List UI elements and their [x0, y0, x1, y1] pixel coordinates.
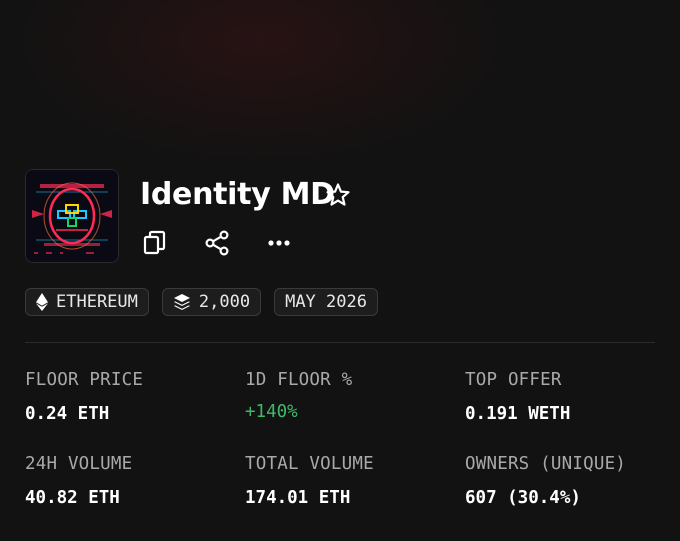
stat-label: FLOOR PRICE — [25, 370, 144, 390]
stat-value: 174.01 ETH — [245, 488, 351, 508]
stat-value: +140% — [245, 402, 298, 422]
collection-actions — [140, 228, 326, 264]
layers-icon — [173, 293, 191, 311]
collection-title: Identity MD — [140, 176, 335, 212]
chain-label: ETHEREUM — [56, 292, 138, 312]
stat-floor-price: FLOOR PRICE 0.24 ETH — [25, 370, 143, 424]
stat-value: 0.24 ETH — [25, 404, 110, 424]
share-icon[interactable] — [202, 228, 232, 258]
stat-volume-24h: 24H VOLUME 40.82 ETH — [25, 454, 132, 508]
stat-top-offer: TOP OFFER 0.191 WETH — [465, 370, 570, 424]
section-divider — [25, 342, 655, 343]
stat-label: 1D FLOOR % — [245, 370, 353, 390]
more-icon[interactable] — [264, 228, 294, 258]
stat-total-volume: TOTAL VOLUME 174.01 ETH — [245, 454, 374, 508]
ethereum-icon — [36, 293, 48, 311]
supply-chip[interactable]: 2,000 — [161, 288, 262, 316]
stat-value: 607 (30.4%) — [465, 488, 581, 508]
favorite-star-icon[interactable] — [324, 181, 352, 209]
chain-chip[interactable]: ETHEREUM — [25, 288, 149, 316]
date-label: MAY 2026 — [285, 292, 367, 312]
stat-value: 40.82 ETH — [25, 488, 120, 508]
stat-floor-change: 1D FLOOR % +140% — [245, 370, 352, 422]
supply-label: 2,000 — [198, 292, 251, 312]
stat-label: OWNERS (UNIQUE) — [465, 454, 627, 474]
stat-label: 24H VOLUME — [25, 454, 133, 474]
collection-chips: ETHEREUM 2,000 MAY 2026 — [25, 288, 391, 316]
date-chip[interactable]: MAY 2026 — [274, 288, 378, 316]
stat-label: TOTAL VOLUME — [245, 454, 374, 474]
stat-value: 0.191 WETH — [465, 404, 571, 424]
stat-label: TOP OFFER — [465, 370, 562, 390]
collection-avatar[interactable] — [25, 169, 119, 263]
stat-owners: OWNERS (UNIQUE) 607 (30.4%) — [465, 454, 626, 508]
copy-icon[interactable] — [140, 228, 170, 258]
cyber-face-artwork — [26, 170, 118, 262]
